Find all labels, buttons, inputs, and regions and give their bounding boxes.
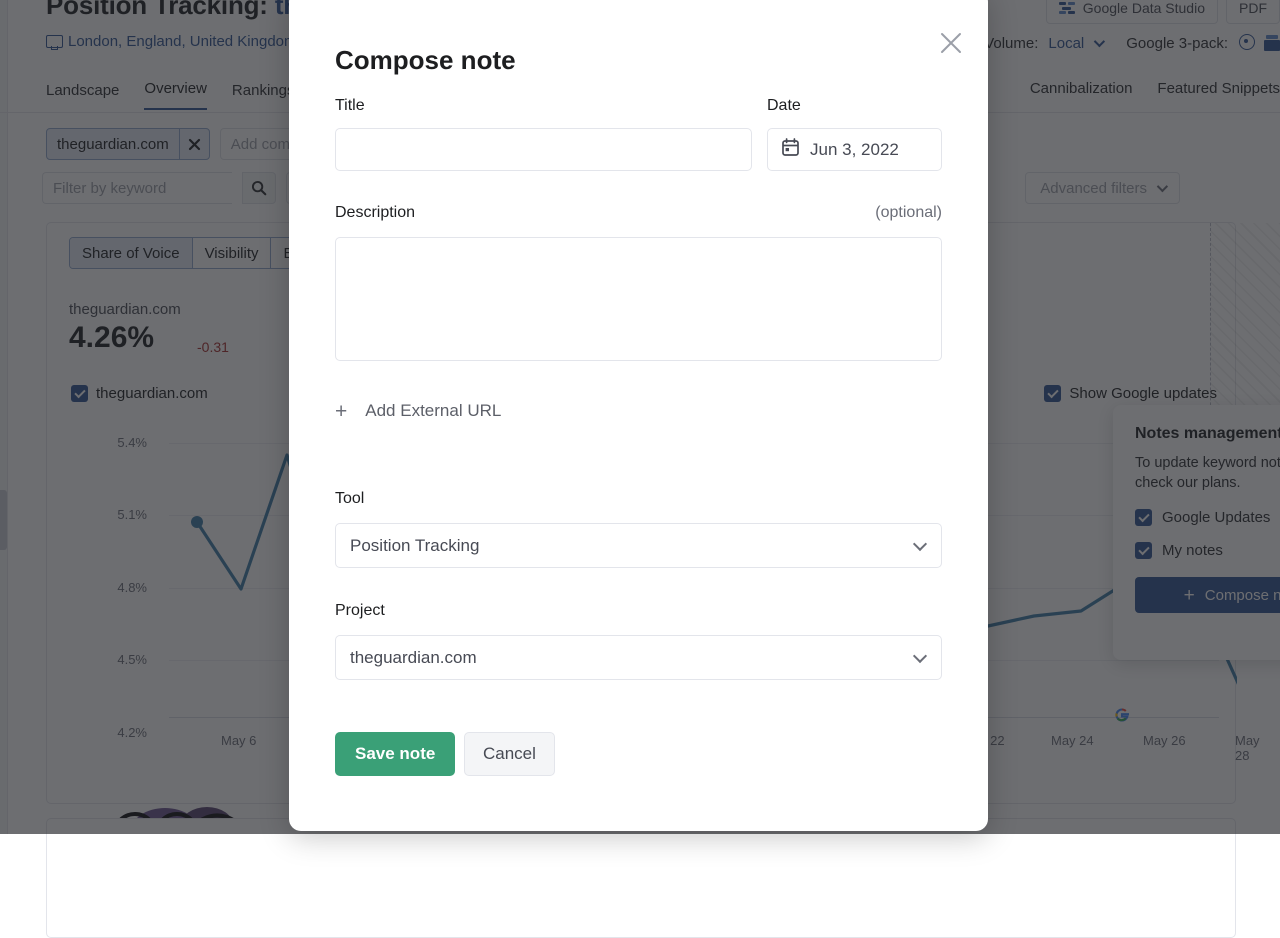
description-input[interactable] [335,237,942,361]
description-field-label: Description [335,204,415,222]
tool-select[interactable]: Position Tracking [335,523,942,568]
modal-title: Compose note [335,45,516,76]
close-icon[interactable] [936,28,966,58]
title-field-label: Title [335,97,365,115]
project-select[interactable]: theguardian.com [335,635,942,680]
save-note-button[interactable]: Save note [335,732,455,776]
chevron-down-icon [913,537,927,551]
tool-field-label: Tool [335,490,364,508]
plus-icon: + [335,401,347,422]
title-input[interactable] [335,128,752,171]
tool-select-value: Position Tracking [350,536,479,556]
cancel-button[interactable]: Cancel [464,732,555,776]
add-external-url-label: Add External URL [365,401,501,421]
date-picker-field[interactable]: Jun 3, 2022 [767,128,942,171]
compose-note-modal: Compose note Title Date Jun 3, 2022 Desc… [289,0,988,831]
bottom-card [46,818,1236,938]
description-optional-label: (optional) [875,204,942,222]
date-value: Jun 3, 2022 [810,140,899,160]
add-external-url-button[interactable]: + Add External URL [335,396,501,426]
project-field-label: Project [335,602,385,620]
date-field-label: Date [767,97,801,115]
chevron-down-icon [913,649,927,663]
project-select-value: theguardian.com [350,648,477,668]
calendar-icon [782,138,799,161]
